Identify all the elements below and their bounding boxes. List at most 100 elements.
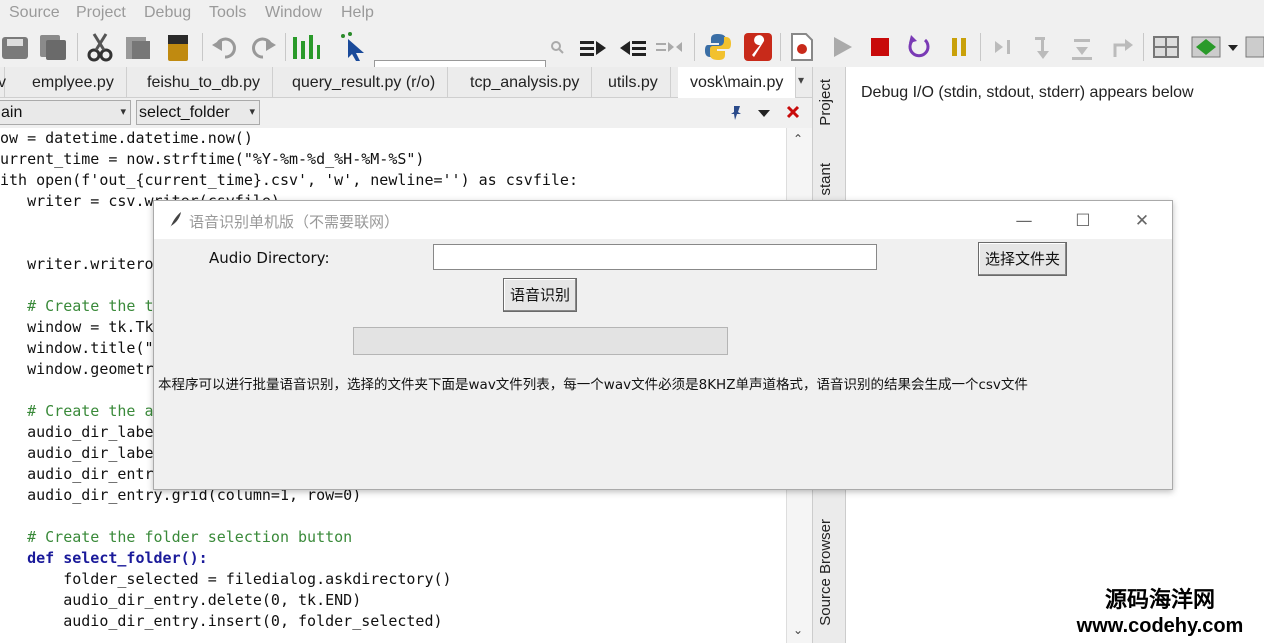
toolbar-separator [694, 33, 695, 61]
code-line: audio_dir_entr [0, 465, 154, 483]
chevron-down-icon: ▾ [120, 106, 126, 118]
window-title-bar[interactable]: 语音识别单机版（不需要联网） — ☐ ✕ [154, 201, 1172, 239]
paste-icon[interactable] [122, 31, 154, 63]
toolbar-separator [77, 33, 78, 61]
menu-tools[interactable]: Tools [209, 4, 246, 22]
tab-tcp-analysis[interactable]: tcp_analysis.py [458, 67, 593, 98]
tab-query-result[interactable]: query_result.py (r/o) [280, 67, 449, 98]
scroll-up-icon[interactable]: ⌃ [793, 132, 803, 146]
save-all-icon[interactable] [0, 31, 32, 63]
code-line: window.geometr [0, 360, 154, 378]
search-icon[interactable] [548, 31, 566, 63]
layout-icon[interactable] [1150, 31, 1182, 63]
audio-directory-input[interactable] [433, 244, 877, 270]
watermark: 源码海洋网 www.codehy.com [1060, 588, 1260, 638]
code-line: urrent_time = now.strftime("%Y-%m-%d_%H-… [0, 150, 425, 168]
menu-source[interactable]: Source [9, 4, 60, 22]
side-tab-source-browser[interactable]: Source Browser [817, 519, 834, 626]
watermark-url: www.codehy.com [1076, 615, 1244, 637]
code-line: window.title(" [0, 339, 154, 357]
options-icon[interactable] [756, 105, 772, 121]
toolbar-separator [202, 33, 203, 61]
code-line: audio_dir_entry.insert(0, folder_selecte… [0, 612, 443, 630]
step-into-icon[interactable] [987, 31, 1019, 63]
record-icon[interactable] [786, 31, 818, 63]
code-line: ith open(f'out_{current_time}.csv', 'w',… [0, 171, 578, 189]
code-line: writer.writerow( [0, 255, 172, 273]
tab-emplyee[interactable]: emplyee.py [20, 67, 127, 98]
pause-icon[interactable] [943, 31, 975, 63]
maximize-button[interactable]: ☐ [1060, 207, 1106, 235]
python-icon[interactable] [702, 31, 734, 63]
scope-value: ain [1, 104, 23, 121]
code-line: audio_dir_entry.delete(0, tk.END) [0, 591, 362, 609]
notes-icon[interactable] [162, 31, 194, 63]
menu-bar: Source Project Debug Tools Window Help [0, 0, 1264, 27]
wrench-icon[interactable] [742, 31, 774, 63]
tab-overflow-icon[interactable]: ▾ [798, 73, 804, 87]
indent-icon[interactable] [578, 31, 610, 63]
menu-debug[interactable]: Debug [144, 4, 191, 22]
tab-vosk-main[interactable]: vosk\main.py [678, 67, 797, 98]
wrap-icon[interactable] [654, 31, 686, 63]
scope-dropdown[interactable]: ain ▾ [0, 100, 131, 125]
window-title: 语音识别单机版（不需要联网） [189, 213, 400, 231]
code-comment: # Create the a [0, 402, 154, 420]
editor-tab-bar: v emplyee.py feishu_to_db.py query_resul… [0, 67, 812, 98]
choose-folder-button[interactable]: 选择文件夹 [978, 242, 1067, 276]
side-tab-assistant[interactable]: stant [817, 163, 834, 196]
menu-project[interactable]: Project [76, 4, 126, 22]
undo-icon[interactable] [209, 31, 241, 63]
redo-icon[interactable] [247, 31, 279, 63]
chevron-down-icon: ▾ [249, 106, 255, 118]
feather-icon [170, 212, 181, 228]
code-comment: # Create the folder selection button [0, 528, 353, 546]
stop-icon[interactable] [864, 31, 896, 63]
step-out-icon[interactable] [1066, 31, 1098, 63]
code-line: folder_selected = filedialog.askdirector… [0, 570, 452, 588]
extra-tool-icon[interactable] [1244, 31, 1264, 63]
code-line: audio_dir_labe [0, 444, 154, 462]
function-value: select_folder [139, 104, 230, 121]
debug-io-header: Debug I/O (stdin, stdout, stderr) appear… [861, 84, 1194, 101]
chevron-down-icon[interactable] [1226, 31, 1240, 63]
tab-feishu-to-db[interactable]: feishu_to_db.py [135, 67, 273, 98]
restart-icon[interactable] [903, 31, 935, 63]
scroll-down-icon[interactable]: ⌄ [793, 623, 803, 637]
speech-recognition-window: 语音识别单机版（不需要联网） — ☐ ✕ Audio Directory: 选择… [153, 200, 1173, 490]
recognize-button[interactable]: 语音识别 [503, 278, 577, 312]
code-comment: # Create the t [0, 297, 154, 315]
scope-bar: ain ▾ select_folder ▾ [0, 98, 812, 128]
code-def: def select_folder(): [0, 549, 208, 567]
code-line: window = tk.Tk [0, 318, 154, 336]
select-tool-icon[interactable] [338, 31, 370, 63]
tab-scroll-left[interactable]: v [0, 67, 6, 98]
run-icon[interactable] [826, 31, 858, 63]
watermark-title: 源码海洋网 [1104, 588, 1215, 613]
tab-utils[interactable]: utils.py [596, 67, 671, 98]
toolbar-separator [285, 33, 286, 61]
program-description: 本程序可以进行批量语音识别，选择的文件夹下面是wav文件列表，每一个wav文件必… [158, 377, 1028, 393]
step-over-icon[interactable] [1027, 31, 1059, 63]
recognition-progress-bar [353, 327, 728, 355]
code-line: audio_dir_labe [0, 423, 154, 441]
function-dropdown[interactable]: select_folder ▾ [136, 100, 260, 125]
indent-guide-icon[interactable] [290, 31, 322, 63]
side-tab-project[interactable]: Project [817, 79, 834, 126]
toolbar [0, 27, 1264, 86]
outdent-icon[interactable] [616, 31, 648, 63]
copy-icon[interactable] [37, 31, 69, 63]
close-button[interactable]: ✕ [1119, 207, 1165, 235]
toolbar-separator [780, 33, 781, 61]
close-icon[interactable] [785, 104, 801, 120]
menu-help[interactable]: Help [341, 4, 374, 22]
toolbar-separator [1143, 33, 1144, 61]
menu-window[interactable]: Window [265, 4, 322, 22]
minimize-button[interactable]: — [1001, 207, 1047, 235]
pin-icon[interactable] [728, 104, 744, 122]
cut-icon[interactable] [84, 31, 116, 63]
step-return-icon[interactable] [1105, 31, 1137, 63]
audio-directory-label: Audio Directory: [209, 249, 330, 267]
toolbar-separator [980, 33, 981, 61]
perspective-icon[interactable] [1190, 31, 1222, 63]
